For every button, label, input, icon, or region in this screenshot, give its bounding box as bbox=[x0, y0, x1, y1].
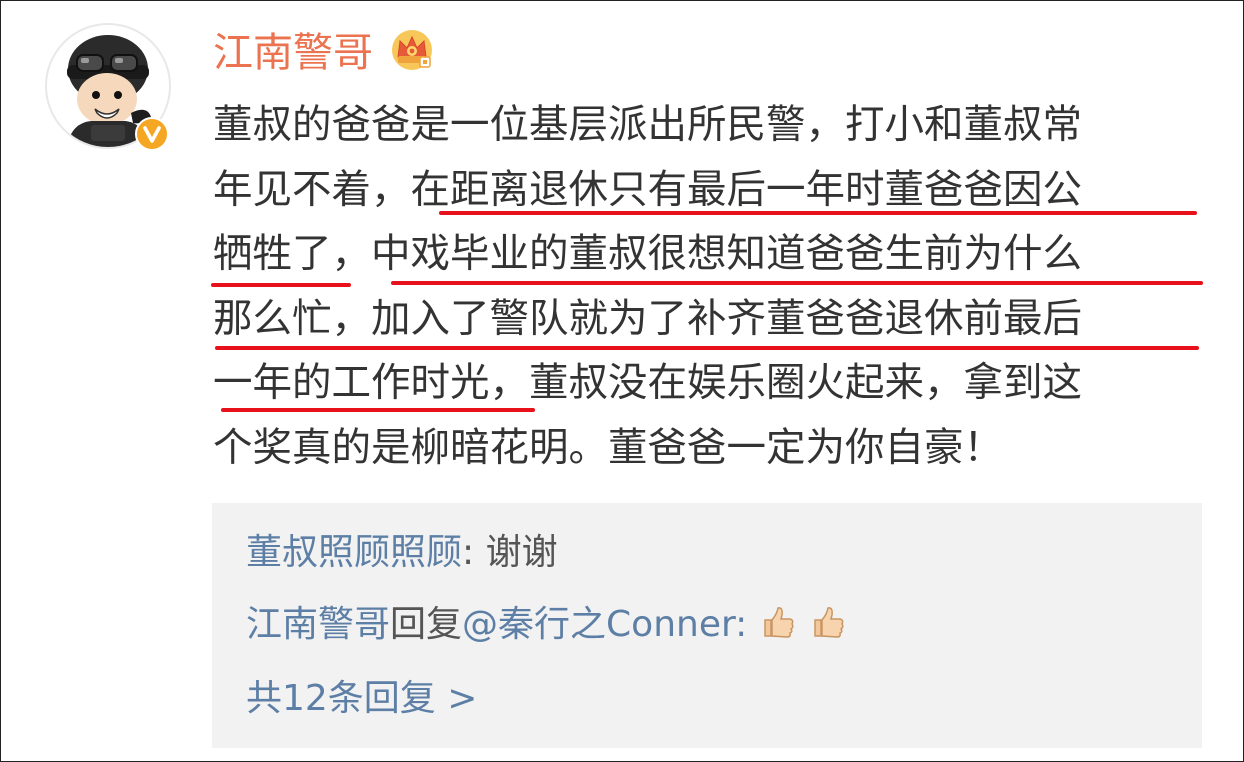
reply-text: 谢谢 bbox=[485, 532, 558, 573]
post-body: 董叔的爸爸是一位基层派出所民警，打小和董叔常 年见不着，在距离退休只有最后一年时… bbox=[213, 93, 1213, 480]
reply-item: 江南警哥回复@秦行之Conner: bbox=[246, 601, 847, 649]
crown-icon bbox=[389, 27, 435, 73]
thumbs-up-icon bbox=[807, 602, 847, 642]
post-line: 那么忙，加入了警队就为了补齐董爸爸退休前最后 bbox=[213, 295, 1082, 342]
avatar[interactable] bbox=[45, 23, 171, 151]
post-line: 牺牲了，中戏毕业的董叔很想知道爸爸生前为什么 bbox=[213, 231, 1082, 277]
highlight-underline bbox=[391, 281, 1203, 285]
post-line: 个奖真的是柳暗花明。董爸爸一定为你自豪！ bbox=[213, 424, 1003, 471]
reply-author[interactable]: 江南警哥 bbox=[246, 604, 390, 645]
highlight-underline bbox=[211, 283, 351, 287]
reply-panel: 董叔照顾照顾: 谢谢 江南警哥回复@秦行之Conner: 共12条回复 > bbox=[212, 503, 1202, 748]
more-replies-link[interactable]: 共12条回复 > bbox=[246, 675, 477, 723]
highlight-underline bbox=[215, 346, 1199, 350]
post-line: 一年的工作时光，董叔没在娱乐圈火起来，拿到这 bbox=[213, 360, 1082, 406]
post-author-name[interactable]: 江南警哥 bbox=[213, 25, 373, 81]
reply-action: 回复 bbox=[390, 604, 463, 645]
reply-mention[interactable]: @秦行之Conner: bbox=[462, 604, 747, 645]
post-card: 江南警哥 董叔的爸爸是一位基层派出所民警，打小和董叔常 年见不着，在距离退休只有… bbox=[0, 0, 1244, 762]
reply-author[interactable]: 董叔照顾照顾 bbox=[246, 532, 462, 573]
reply-item: 董叔照顾照顾: 谢谢 bbox=[246, 529, 558, 577]
post-line: 董叔的爸爸是一位基层派出所民警，打小和董叔常 bbox=[213, 102, 1082, 148]
verified-v-icon bbox=[135, 117, 169, 151]
thumbs-up-icon bbox=[757, 602, 797, 642]
highlight-underline bbox=[439, 211, 1197, 215]
highlight-underline bbox=[221, 408, 535, 412]
reply-separator: : bbox=[462, 532, 486, 573]
